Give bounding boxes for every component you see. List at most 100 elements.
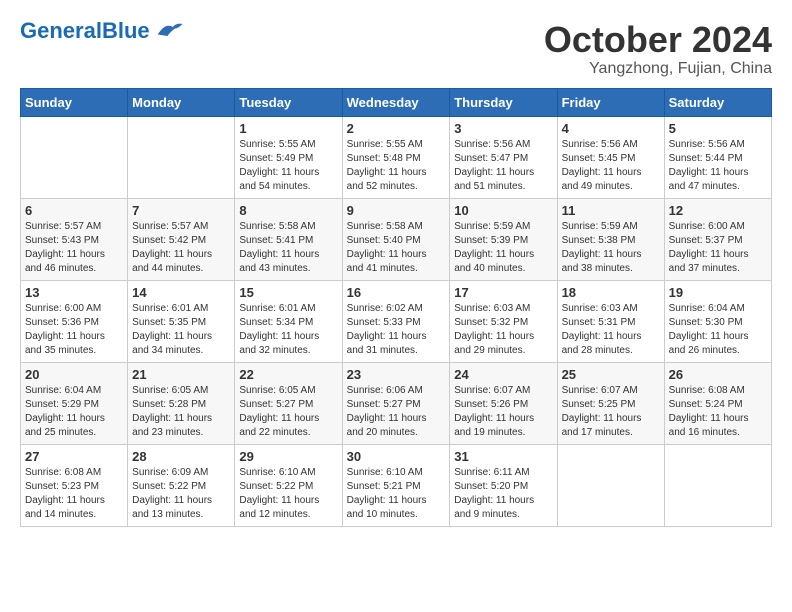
calendar-cell: 31 Sunrise: 6:11 AM Sunset: 5:20 PM Dayli… — [450, 444, 557, 526]
day-number: 2 — [347, 121, 446, 136]
day-info: Sunrise: 6:04 AM Sunset: 5:29 PM Dayligh… — [25, 384, 123, 440]
day-number: 30 — [347, 449, 446, 464]
day-info: Sunrise: 5:59 AM Sunset: 5:38 PM Dayligh… — [562, 220, 660, 276]
day-info: Sunrise: 5:55 AM Sunset: 5:48 PM Dayligh… — [347, 138, 446, 194]
calendar-cell: 2 Sunrise: 5:55 AM Sunset: 5:48 PM Daylig… — [342, 116, 450, 198]
day-number: 21 — [132, 367, 230, 382]
day-number: 26 — [669, 367, 767, 382]
weekday-header: Tuesday — [235, 88, 342, 116]
day-number: 25 — [562, 367, 660, 382]
calendar-cell: 27 Sunrise: 6:08 AM Sunset: 5:23 PM Dayli… — [21, 444, 128, 526]
calendar-cell: 13Sunrise: 6:00 AM Sunset: 5:36 PM Dayli… — [21, 280, 128, 362]
day-number: 27 — [25, 449, 123, 464]
day-number: 11 — [562, 203, 660, 218]
calendar-cell: 1Sunrise: 5:55 AM Sunset: 5:49 PM Daylig… — [235, 116, 342, 198]
day-info: Sunrise: 5:57 AM Sunset: 5:43 PM Dayligh… — [25, 220, 123, 276]
day-info: Sunrise: 5:58 AM Sunset: 5:41 PM Dayligh… — [239, 220, 337, 276]
day-info: Sunrise: 5:59 AM Sunset: 5:39 PM Dayligh… — [454, 220, 552, 276]
day-info: Sunrise: 6:09 AM Sunset: 5:22 PM Dayligh… — [132, 466, 230, 522]
calendar-cell — [128, 116, 235, 198]
logo-bird-icon — [154, 21, 184, 39]
calendar-cell: 20 Sunrise: 6:04 AM Sunset: 5:29 PM Dayli… — [21, 362, 128, 444]
day-info: Sunrise: 6:04 AM Sunset: 5:30 PM Dayligh… — [669, 302, 767, 358]
day-number: 28 — [132, 449, 230, 464]
day-number: 20 — [25, 367, 123, 382]
day-number: 8 — [239, 203, 337, 218]
calendar-cell: 30Sunrise: 6:10 AM Sunset: 5:21 PM Dayli… — [342, 444, 450, 526]
weekday-header-row: SundayMondayTuesdayWednesdayThursdayFrid… — [21, 88, 772, 116]
weekday-header: Thursday — [450, 88, 557, 116]
day-number: 24 — [454, 367, 552, 382]
day-info: Sunrise: 6:11 AM Sunset: 5:20 PM Dayligh… — [454, 466, 552, 522]
calendar-week-row: 6 Sunrise: 5:57 AM Sunset: 5:43 PM Daylig… — [21, 198, 772, 280]
location-subtitle: Yangzhong, Fujian, China — [544, 60, 772, 78]
title-block: October 2024 Yangzhong, Fujian, China — [544, 20, 772, 78]
calendar-cell: 29Sunrise: 6:10 AM Sunset: 5:22 PM Dayli… — [235, 444, 342, 526]
page-header: GeneralBlue October 2024 Yangzhong, Fuji… — [20, 20, 772, 78]
day-number: 18 — [562, 285, 660, 300]
day-info: Sunrise: 6:06 AM Sunset: 5:27 PM Dayligh… — [347, 384, 446, 440]
calendar-week-row: 20 Sunrise: 6:04 AM Sunset: 5:29 PM Dayli… — [21, 362, 772, 444]
day-info: Sunrise: 5:57 AM Sunset: 5:42 PM Dayligh… — [132, 220, 230, 276]
day-info: Sunrise: 6:08 AM Sunset: 5:24 PM Dayligh… — [669, 384, 767, 440]
day-info: Sunrise: 6:00 AM Sunset: 5:37 PM Dayligh… — [669, 220, 767, 276]
logo-text: GeneralBlue — [20, 20, 150, 42]
calendar-cell: 3 Sunrise: 5:56 AM Sunset: 5:47 PM Daylig… — [450, 116, 557, 198]
day-number: 6 — [25, 203, 123, 218]
calendar-cell: 11 Sunrise: 5:59 AM Sunset: 5:38 PM Dayli… — [557, 198, 664, 280]
day-info: Sunrise: 5:58 AM Sunset: 5:40 PM Dayligh… — [347, 220, 446, 276]
day-number: 10 — [454, 203, 552, 218]
day-info: Sunrise: 5:56 AM Sunset: 5:47 PM Dayligh… — [454, 138, 552, 194]
day-number: 31 — [454, 449, 552, 464]
day-info: Sunrise: 5:56 AM Sunset: 5:45 PM Dayligh… — [562, 138, 660, 194]
day-info: Sunrise: 5:56 AM Sunset: 5:44 PM Dayligh… — [669, 138, 767, 194]
logo-blue: Blue — [102, 18, 150, 43]
month-title: October 2024 — [544, 20, 772, 60]
day-number: 13 — [25, 285, 123, 300]
day-info: Sunrise: 6:05 AM Sunset: 5:27 PM Dayligh… — [239, 384, 337, 440]
calendar-cell: 15Sunrise: 6:01 AM Sunset: 5:34 PM Dayli… — [235, 280, 342, 362]
calendar-cell: 25 Sunrise: 6:07 AM Sunset: 5:25 PM Dayli… — [557, 362, 664, 444]
calendar-cell: 16Sunrise: 6:02 AM Sunset: 5:33 PM Dayli… — [342, 280, 450, 362]
calendar-cell: 26 Sunrise: 6:08 AM Sunset: 5:24 PM Dayli… — [664, 362, 771, 444]
day-number: 9 — [347, 203, 446, 218]
weekday-header: Saturday — [664, 88, 771, 116]
day-number: 16 — [347, 285, 446, 300]
day-number: 7 — [132, 203, 230, 218]
day-number: 3 — [454, 121, 552, 136]
calendar-cell: 19Sunrise: 6:04 AM Sunset: 5:30 PM Dayli… — [664, 280, 771, 362]
calendar-cell: 12Sunrise: 6:00 AM Sunset: 5:37 PM Dayli… — [664, 198, 771, 280]
day-info: Sunrise: 6:03 AM Sunset: 5:32 PM Dayligh… — [454, 302, 552, 358]
day-number: 14 — [132, 285, 230, 300]
calendar-cell: 24 Sunrise: 6:07 AM Sunset: 5:26 PM Dayli… — [450, 362, 557, 444]
logo: GeneralBlue — [20, 20, 184, 42]
logo-general: General — [20, 18, 102, 43]
calendar-week-row: 1Sunrise: 5:55 AM Sunset: 5:49 PM Daylig… — [21, 116, 772, 198]
calendar-cell: 18Sunrise: 6:03 AM Sunset: 5:31 PM Dayli… — [557, 280, 664, 362]
calendar-week-row: 27 Sunrise: 6:08 AM Sunset: 5:23 PM Dayli… — [21, 444, 772, 526]
calendar-cell: 7 Sunrise: 5:57 AM Sunset: 5:42 PM Daylig… — [128, 198, 235, 280]
day-number: 5 — [669, 121, 767, 136]
calendar-cell — [664, 444, 771, 526]
calendar-cell: 5 Sunrise: 5:56 AM Sunset: 5:44 PM Daylig… — [664, 116, 771, 198]
calendar-cell — [21, 116, 128, 198]
calendar-cell: 6 Sunrise: 5:57 AM Sunset: 5:43 PM Daylig… — [21, 198, 128, 280]
calendar-cell: 21Sunrise: 6:05 AM Sunset: 5:28 PM Dayli… — [128, 362, 235, 444]
weekday-header: Friday — [557, 88, 664, 116]
calendar-cell: 9 Sunrise: 5:58 AM Sunset: 5:40 PM Daylig… — [342, 198, 450, 280]
day-number: 22 — [239, 367, 337, 382]
day-number: 29 — [239, 449, 337, 464]
day-info: Sunrise: 6:01 AM Sunset: 5:34 PM Dayligh… — [239, 302, 337, 358]
day-info: Sunrise: 6:07 AM Sunset: 5:26 PM Dayligh… — [454, 384, 552, 440]
calendar-cell: 23Sunrise: 6:06 AM Sunset: 5:27 PM Dayli… — [342, 362, 450, 444]
day-number: 17 — [454, 285, 552, 300]
calendar-cell: 28 Sunrise: 6:09 AM Sunset: 5:22 PM Dayli… — [128, 444, 235, 526]
weekday-header: Sunday — [21, 88, 128, 116]
weekday-header: Monday — [128, 88, 235, 116]
calendar-cell — [557, 444, 664, 526]
day-info: Sunrise: 6:07 AM Sunset: 5:25 PM Dayligh… — [562, 384, 660, 440]
day-number: 4 — [562, 121, 660, 136]
calendar-cell: 4 Sunrise: 5:56 AM Sunset: 5:45 PM Daylig… — [557, 116, 664, 198]
day-info: Sunrise: 6:08 AM Sunset: 5:23 PM Dayligh… — [25, 466, 123, 522]
calendar-cell: 22 Sunrise: 6:05 AM Sunset: 5:27 PM Dayli… — [235, 362, 342, 444]
